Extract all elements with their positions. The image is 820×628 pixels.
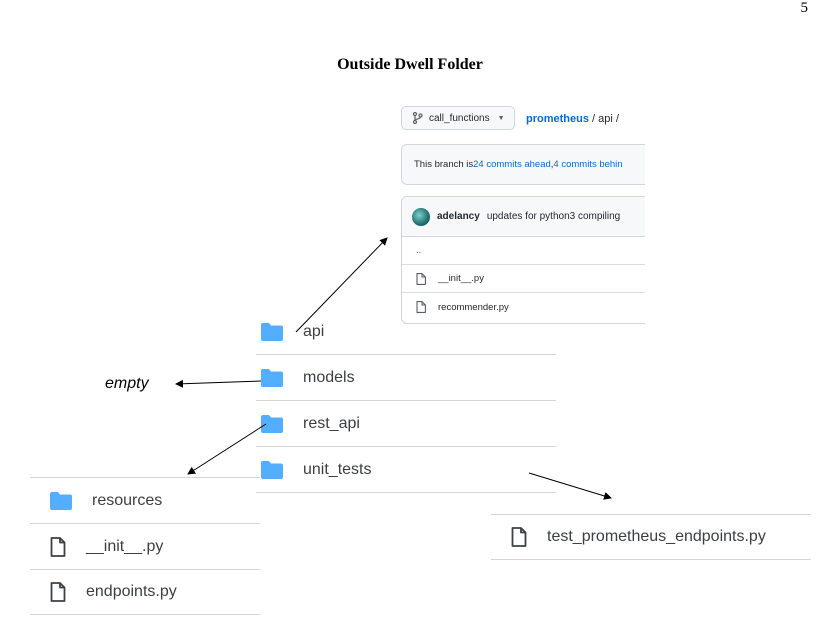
folder-row-rest-api[interactable]: rest_api	[256, 401, 556, 447]
folder-icon	[261, 322, 283, 341]
page-number: 5	[800, 0, 809, 16]
branch-status-bar: This branch is 24 commits ahead , 4 comm…	[401, 144, 645, 185]
breadcrumb-repo-link[interactable]: prometheus	[526, 113, 589, 125]
arrow-rest-api-to-contents	[187, 423, 267, 475]
file-icon	[511, 527, 527, 547]
file-listing: adelancy updates for python3 compiling .…	[401, 196, 645, 324]
folder-name[interactable]: models	[303, 369, 355, 387]
file-row-init[interactable]: __init__.py	[30, 523, 260, 569]
file-name[interactable]: endpoints.py	[86, 583, 177, 601]
breadcrumb-path: / api /	[588, 113, 619, 125]
parent-directory-label: ..	[416, 245, 422, 256]
folder-row-models[interactable]: models	[256, 355, 556, 401]
document-title: Outside Dwell Folder	[337, 56, 483, 73]
folder-icon	[261, 368, 283, 387]
commit-message-link[interactable]: updates for python3 compiling	[487, 211, 620, 222]
arrow-models-to-empty	[175, 379, 262, 388]
folder-row-resources[interactable]: resources	[30, 477, 260, 523]
folder-name[interactable]: api	[303, 323, 324, 341]
file-name[interactable]: test_prometheus_endpoints.py	[547, 528, 766, 546]
folder-icon	[50, 491, 72, 510]
commit-author-link[interactable]: adelancy	[437, 211, 480, 222]
latest-commit-row: adelancy updates for python3 compiling	[402, 197, 645, 237]
commits-behind-link[interactable]: 4 commits behin	[553, 159, 622, 170]
folder-name[interactable]: resources	[92, 492, 162, 510]
parent-directory-link[interactable]: ..	[402, 237, 645, 265]
file-name[interactable]: __init__.py	[86, 538, 163, 556]
folder-row-unit-tests[interactable]: unit_tests	[256, 447, 556, 493]
empty-annotation: empty	[105, 375, 149, 392]
file-icon	[50, 536, 66, 557]
commits-ahead-link[interactable]: 24 commits ahead	[473, 159, 551, 170]
file-icon	[416, 272, 426, 285]
file-row-init[interactable]: __init__.py	[402, 265, 645, 293]
git-branch-icon	[412, 112, 423, 124]
rest-api-contents-list: resources __init__.py endpoints.py	[30, 477, 260, 615]
folder-icon	[261, 414, 283, 433]
folder-name[interactable]: unit_tests	[303, 461, 371, 479]
folder-name[interactable]: rest_api	[303, 415, 360, 433]
branch-select-button[interactable]: call_functions ▼	[401, 106, 515, 130]
github-repo-panel: call_functions ▼ prometheus / api / This…	[401, 104, 645, 324]
folder-row-api[interactable]: api	[256, 309, 556, 355]
breadcrumb: prometheus / api /	[526, 113, 619, 125]
file-row-endpoints[interactable]: endpoints.py	[30, 569, 260, 615]
file-row-test-endpoints[interactable]: test_prometheus_endpoints.py	[491, 514, 811, 560]
folder-icon	[261, 460, 283, 479]
main-folder-list: api models rest_api unit_tests	[256, 309, 556, 493]
avatar[interactable]	[412, 207, 430, 226]
file-icon	[50, 582, 66, 602]
unit-tests-contents-list: test_prometheus_endpoints.py	[491, 514, 811, 560]
branch-name: call_functions	[429, 112, 490, 124]
file-name[interactable]: __init__.py	[438, 273, 484, 284]
caret-down-icon: ▼	[497, 114, 505, 122]
branch-status-prefix: This branch is	[414, 159, 474, 170]
